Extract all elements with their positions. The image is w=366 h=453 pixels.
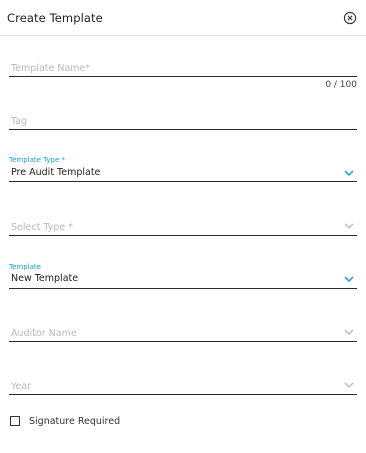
auditor-name-underline	[9, 341, 357, 342]
close-icon[interactable]	[343, 11, 357, 25]
year-placeholder: Year	[11, 381, 32, 392]
template-type-label: Template Type *	[9, 156, 65, 164]
template-name-placeholder: Template Name*	[11, 63, 91, 74]
template-label: Template	[9, 263, 41, 271]
dialog-header: Create Template	[0, 0, 366, 36]
template-value: New Template	[11, 273, 79, 284]
create-template-dialog: Create Template Template Name* 0 / 100 T…	[0, 0, 366, 453]
template-underline	[9, 288, 357, 289]
template-name-underline	[9, 76, 357, 77]
template-type-select[interactable]: Template Type * Pre Audit Template	[9, 155, 357, 185]
chevron-down-icon	[344, 382, 354, 388]
chevron-down-icon	[344, 329, 354, 335]
signature-required-label[interactable]: Signature Required	[29, 416, 120, 427]
template-select[interactable]: Template New Template	[9, 262, 357, 292]
tag-field[interactable]: Tag	[9, 109, 357, 133]
template-name-field[interactable]: Template Name*	[9, 56, 357, 80]
template-type-value: Pre Audit Template	[11, 167, 101, 178]
tag-underline	[9, 129, 357, 130]
chevron-down-icon	[344, 276, 354, 282]
chevron-down-icon	[344, 170, 354, 176]
select-type-select[interactable]: Select Type *	[9, 214, 357, 238]
auditor-name-select[interactable]: Auditor Name	[9, 320, 357, 344]
template-type-underline	[9, 181, 357, 182]
chevron-down-icon	[344, 223, 354, 229]
tag-placeholder: Tag	[11, 116, 28, 127]
year-select[interactable]: Year	[9, 373, 357, 397]
signature-required-checkbox[interactable]	[10, 416, 20, 426]
select-type-placeholder: Select Type *	[11, 222, 73, 233]
dialog-title: Create Template	[7, 11, 103, 25]
template-name-char-counter: 0 / 100	[325, 80, 357, 90]
year-underline	[9, 394, 357, 395]
auditor-name-placeholder: Auditor Name	[11, 328, 77, 339]
select-type-underline	[9, 235, 357, 236]
